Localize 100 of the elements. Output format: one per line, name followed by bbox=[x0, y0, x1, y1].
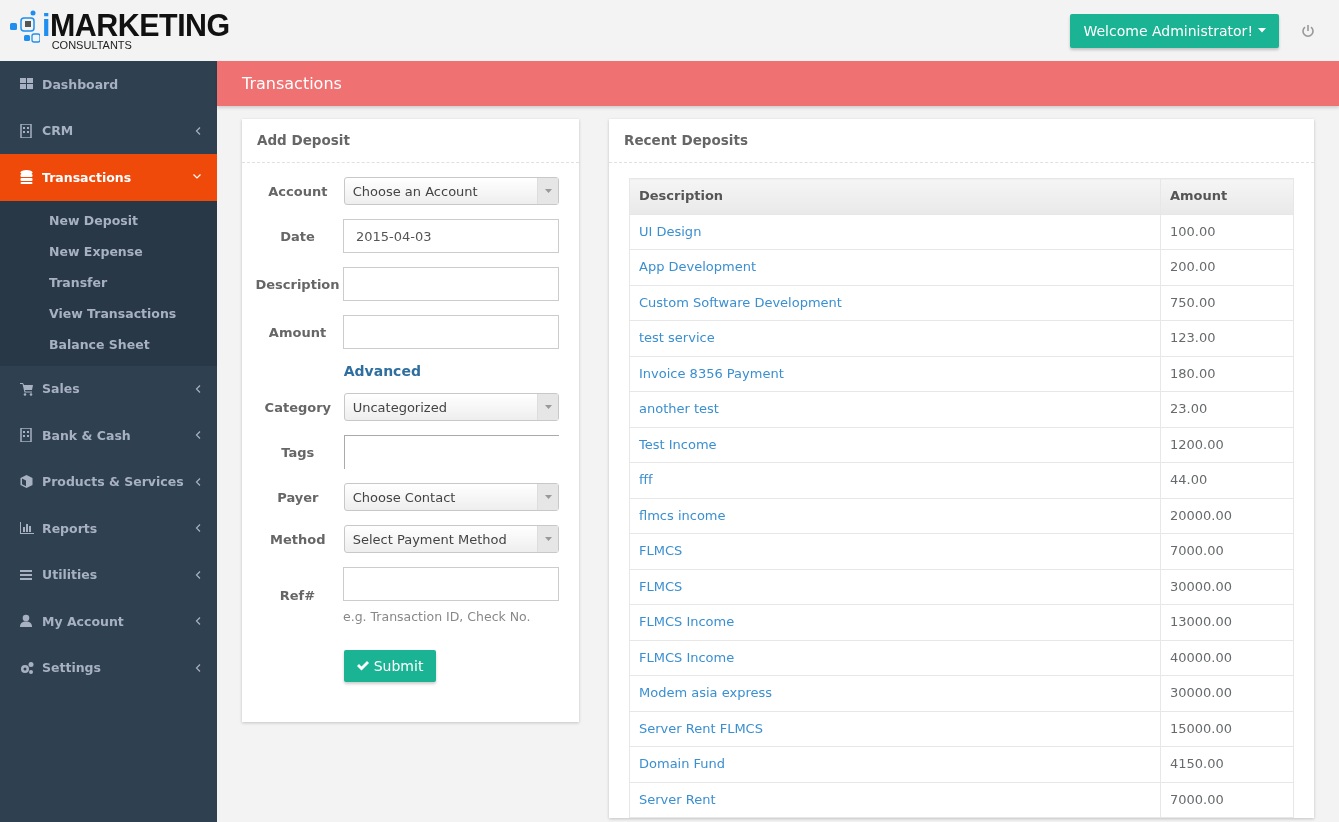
caret-icon bbox=[544, 495, 552, 499]
field-label: Category bbox=[263, 399, 333, 415]
submenu-item[interactable]: New Deposit bbox=[0, 204, 217, 236]
table-link[interactable]: Invoice 8356 Payment bbox=[639, 365, 784, 381]
sidebar-item[interactable]: My Account bbox=[0, 598, 217, 645]
logo-subtitle: CONSULTANTS bbox=[51, 38, 132, 51]
table-cell: 7000.00 bbox=[1160, 782, 1294, 818]
table-cell: 15000.00 bbox=[1160, 711, 1294, 747]
sidebar-item[interactable]: CRM bbox=[0, 107, 217, 154]
sidebar-item[interactable]: Transactions bbox=[0, 154, 217, 201]
power-icon[interactable] bbox=[1301, 23, 1315, 38]
chevron-left-icon bbox=[195, 524, 201, 533]
field-label: Amount bbox=[267, 324, 328, 340]
table-cell: 180.00 bbox=[1160, 356, 1294, 392]
submit-button[interactable]: Submit bbox=[343, 650, 437, 682]
table-link[interactable]: FLMCS bbox=[639, 578, 683, 594]
sidebar-item[interactable]: Settings bbox=[0, 644, 217, 691]
table-link[interactable]: App Development bbox=[639, 259, 757, 274]
advanced-link[interactable]: Advanced bbox=[343, 363, 559, 379]
building-icon bbox=[20, 123, 34, 138]
table-link[interactable]: fff bbox=[639, 472, 653, 487]
check-icon bbox=[356, 661, 369, 671]
table-cell: 44.00 bbox=[1160, 462, 1294, 498]
input-field[interactable] bbox=[343, 567, 559, 601]
table-cell: 30000.00 bbox=[1160, 675, 1294, 711]
gears-icon bbox=[20, 660, 34, 675]
field-label: Account bbox=[267, 183, 329, 199]
chevron-left-icon bbox=[195, 617, 201, 626]
bar-chart-icon bbox=[20, 521, 34, 536]
page-title-bar: Transactions bbox=[217, 61, 1339, 106]
caret-icon bbox=[544, 537, 552, 541]
table-cell: 100.00 bbox=[1160, 214, 1294, 250]
table-cell: 7000.00 bbox=[1160, 533, 1294, 569]
table-link[interactable]: FLMCS bbox=[639, 543, 683, 558]
logo-text: iMARKETING bbox=[42, 8, 231, 41]
tags-field[interactable] bbox=[343, 435, 559, 469]
table-link[interactable]: Custom Software Development bbox=[639, 294, 842, 310]
table-link[interactable]: FLMCS Income bbox=[639, 649, 735, 665]
panel-title: Add Deposit bbox=[242, 119, 579, 163]
sidebar-item[interactable]: Products & Services bbox=[0, 458, 217, 505]
select-field[interactable]: Choose Contact bbox=[343, 483, 559, 511]
sidebar-item[interactable]: Bank & Cash bbox=[0, 412, 217, 459]
select-field[interactable]: Choose an Account bbox=[343, 177, 559, 205]
chevron-left-icon bbox=[195, 431, 201, 440]
table-link[interactable]: test service bbox=[639, 330, 715, 345]
table-cell: 200.00 bbox=[1160, 249, 1294, 285]
field-label: Tags bbox=[280, 444, 316, 460]
column-header: Amount bbox=[1160, 178, 1294, 214]
table-cell: 750.00 bbox=[1160, 285, 1294, 321]
input-field[interactable] bbox=[343, 267, 559, 301]
table-cell: 20000.00 bbox=[1160, 498, 1294, 534]
submenu-item[interactable]: New Expense bbox=[0, 235, 217, 267]
field-label: Method bbox=[269, 531, 327, 547]
select-field[interactable]: Select Payment Method bbox=[343, 525, 559, 553]
table-cell: 123.00 bbox=[1160, 320, 1294, 356]
sidebar-item[interactable]: Sales bbox=[0, 365, 217, 412]
caret-icon bbox=[544, 405, 552, 409]
table-cell: 4150.00 bbox=[1160, 746, 1294, 782]
field-label: Date bbox=[279, 228, 316, 244]
table-link[interactable]: Domain Fund bbox=[639, 756, 726, 771]
table-link[interactable]: Test Income bbox=[639, 436, 717, 452]
table-link[interactable]: FLMCS Income bbox=[639, 614, 735, 629]
table-cell: 30000.00 bbox=[1160, 569, 1294, 605]
sidebar-item[interactable]: Reports bbox=[0, 505, 217, 552]
sidebar-item[interactable]: Utilities bbox=[0, 551, 217, 598]
field-label: Payer bbox=[276, 489, 320, 505]
chevron-left-icon bbox=[195, 570, 201, 579]
user-menu-button[interactable]: Welcome Administrator! bbox=[1070, 13, 1279, 48]
panel-title: Recent Deposits bbox=[609, 119, 1314, 163]
building-icon bbox=[20, 428, 34, 443]
field-label: Ref# bbox=[278, 588, 317, 603]
table-cell: 13000.00 bbox=[1160, 604, 1294, 640]
table-link[interactable]: UI Design bbox=[639, 223, 702, 239]
submenu-item[interactable]: Transfer bbox=[0, 266, 217, 298]
table-link[interactable]: flmcs income bbox=[639, 507, 726, 523]
select-field[interactable]: Uncategorized bbox=[343, 393, 559, 421]
cube-icon bbox=[20, 474, 34, 489]
caret-icon bbox=[544, 189, 552, 193]
grid-icon bbox=[20, 77, 34, 92]
input-field[interactable] bbox=[343, 315, 559, 349]
table-link[interactable]: Server Rent bbox=[639, 791, 716, 807]
table-link[interactable]: another test bbox=[639, 401, 719, 416]
submenu-item[interactable]: Balance Sheet bbox=[0, 328, 217, 360]
table-cell: 1200.00 bbox=[1160, 427, 1294, 463]
input-field[interactable]: 2015-04-03 bbox=[343, 219, 559, 253]
help-text: e.g. Transaction ID, Check No. bbox=[343, 609, 532, 624]
table-link[interactable]: Modem asia express bbox=[639, 685, 772, 700]
database-icon bbox=[20, 170, 34, 185]
cart-icon bbox=[20, 381, 34, 396]
chevron-down-icon bbox=[193, 174, 201, 181]
menu-icon bbox=[20, 567, 34, 582]
chevron-left-icon bbox=[195, 384, 201, 393]
submenu-item[interactable]: View Transactions bbox=[0, 297, 217, 329]
table-link[interactable]: Server Rent FLMCS bbox=[639, 720, 763, 736]
chevron-left-icon bbox=[195, 477, 201, 486]
field-label: Description bbox=[254, 276, 341, 292]
chevron-left-icon bbox=[195, 126, 201, 135]
column-header: Description bbox=[629, 178, 1161, 214]
table-cell: 23.00 bbox=[1160, 391, 1294, 427]
sidebar-item[interactable]: Dashboard bbox=[0, 61, 217, 108]
